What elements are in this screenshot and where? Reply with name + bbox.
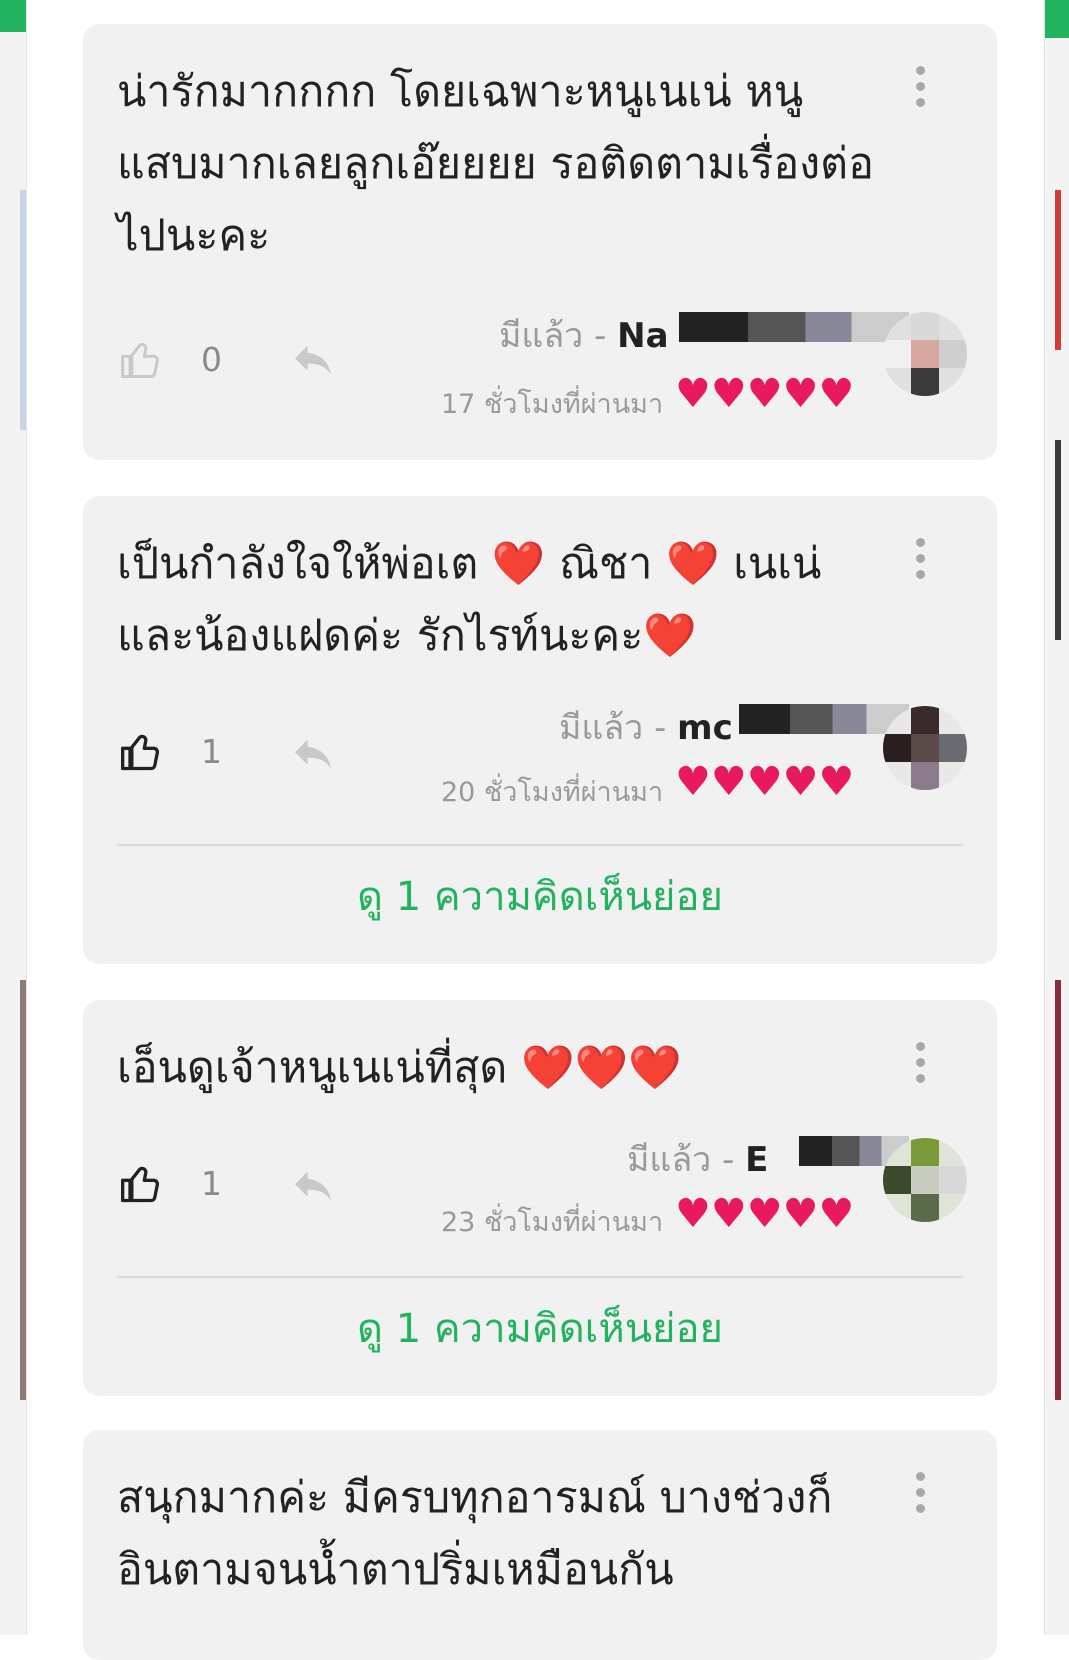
divider xyxy=(117,1276,963,1278)
timestamp: 20 ชั่วโมงที่ผ่านมา xyxy=(441,777,664,808)
avatar[interactable] xyxy=(883,312,967,396)
heart-icon: ♥ xyxy=(782,371,819,417)
like-count: 1 xyxy=(201,1164,222,1203)
more-options-icon[interactable] xyxy=(915,1042,925,1083)
heart-icon: ♥ xyxy=(746,1191,783,1237)
username-redaction xyxy=(679,312,909,342)
thumbs-up-icon[interactable] xyxy=(119,730,163,774)
right-edge-fragment xyxy=(1055,980,1061,1400)
reply-icon[interactable] xyxy=(291,342,335,378)
view-replies-link[interactable]: ดู 1 ความคิดเห็นย่อย xyxy=(83,864,997,928)
reply-icon[interactable] xyxy=(291,1168,335,1204)
user-status: มีแล้ว - Na xyxy=(499,308,669,362)
heart-icon: ♥ xyxy=(818,1191,855,1237)
rating-hearts: ♥ ♥ ♥ ♥ ♥ xyxy=(675,762,854,802)
comment-text: น่ารักมากกกก โดยเฉพาะหนูเนเน่ หนูแสบมากเ… xyxy=(117,67,874,261)
comment-card: เป็นกำลังใจให้พ่อเต ❤️ ณิชา ❤️ เนเน่ และ… xyxy=(83,496,997,964)
username[interactable]: Na xyxy=(617,316,668,356)
heart-icon: ♥ xyxy=(710,1191,747,1237)
heart-icon: ♥ xyxy=(710,759,747,805)
divider xyxy=(117,844,963,846)
comment-card: น่ารักมากกกก โดยเฉพาะหนูเนเน่ หนูแสบมากเ… xyxy=(83,24,997,460)
view-replies-link[interactable]: ดู 1 ความคิดเห็นย่อย xyxy=(83,1296,997,1360)
status-prefix: มีแล้ว - xyxy=(627,1140,735,1180)
comment-card: สนุกมากค่ะ มีครบทุกอารมณ์ บางช่วงก็อินตา… xyxy=(83,1430,997,1660)
username[interactable]: mc xyxy=(677,708,733,748)
heart-icon: ♥ xyxy=(818,759,855,805)
heart-icon: ♥ xyxy=(746,759,783,805)
status-prefix: มีแล้ว - xyxy=(499,316,607,356)
comment-text: เอ็นดูเจ้าหนูเนเน่ที่สุด ❤️❤️❤️ xyxy=(117,1043,682,1093)
right-green-tab xyxy=(1045,0,1069,38)
status-prefix: มีแล้ว - xyxy=(559,708,667,748)
left-edge-fragment xyxy=(20,190,26,430)
heart-icon: ♥ xyxy=(675,371,711,417)
user-status: มีแล้ว - mc xyxy=(559,700,733,754)
timestamp: 23 ชั่วโมงที่ผ่านมา xyxy=(441,1207,664,1238)
thumbs-up-icon[interactable] xyxy=(119,1162,163,1206)
like-count: 1 xyxy=(201,732,222,771)
heart-icon: ♥ xyxy=(710,371,747,417)
username[interactable]: E xyxy=(745,1140,768,1180)
comment-card: เอ็นดูเจ้าหนูเนเน่ที่สุด ❤️❤️❤️ 1 มีแล้ว… xyxy=(83,1000,997,1396)
comment-text: สนุกมากค่ะ มีครบทุกอารมณ์ บางช่วงก็อินตา… xyxy=(117,1473,833,1595)
avatar[interactable] xyxy=(883,706,967,790)
left-green-tab xyxy=(0,0,26,32)
rating-hearts: ♥ ♥ ♥ ♥ ♥ xyxy=(675,1194,854,1234)
heart-icon: ♥ xyxy=(782,759,819,805)
right-edge-fragment xyxy=(1055,440,1061,640)
timestamp: 17 ชั่วโมงที่ผ่านมา xyxy=(441,389,664,420)
more-options-icon[interactable] xyxy=(915,538,925,579)
reply-icon[interactable] xyxy=(291,736,335,772)
heart-icon: ♥ xyxy=(818,371,855,417)
heart-icon: ♥ xyxy=(746,371,783,417)
heart-icon: ♥ xyxy=(782,1191,819,1237)
rating-hearts: ♥ ♥ ♥ ♥ ♥ xyxy=(675,374,854,414)
heart-icon: ♥ xyxy=(675,759,711,805)
left-edge-fragment xyxy=(20,980,26,1400)
user-status: มีแล้ว - E xyxy=(627,1132,768,1186)
like-count: 0 xyxy=(201,340,222,379)
avatar[interactable] xyxy=(883,1138,967,1222)
more-options-icon[interactable] xyxy=(915,66,925,107)
comment-text: เป็นกำลังใจให้พ่อเต ❤️ ณิชา ❤️ เนเน่ และ… xyxy=(117,539,822,661)
thumbs-up-icon[interactable] xyxy=(119,338,163,382)
right-edge-fragment xyxy=(1055,190,1061,350)
username-redaction xyxy=(739,704,909,734)
more-options-icon[interactable] xyxy=(915,1472,925,1513)
heart-icon: ♥ xyxy=(675,1191,711,1237)
